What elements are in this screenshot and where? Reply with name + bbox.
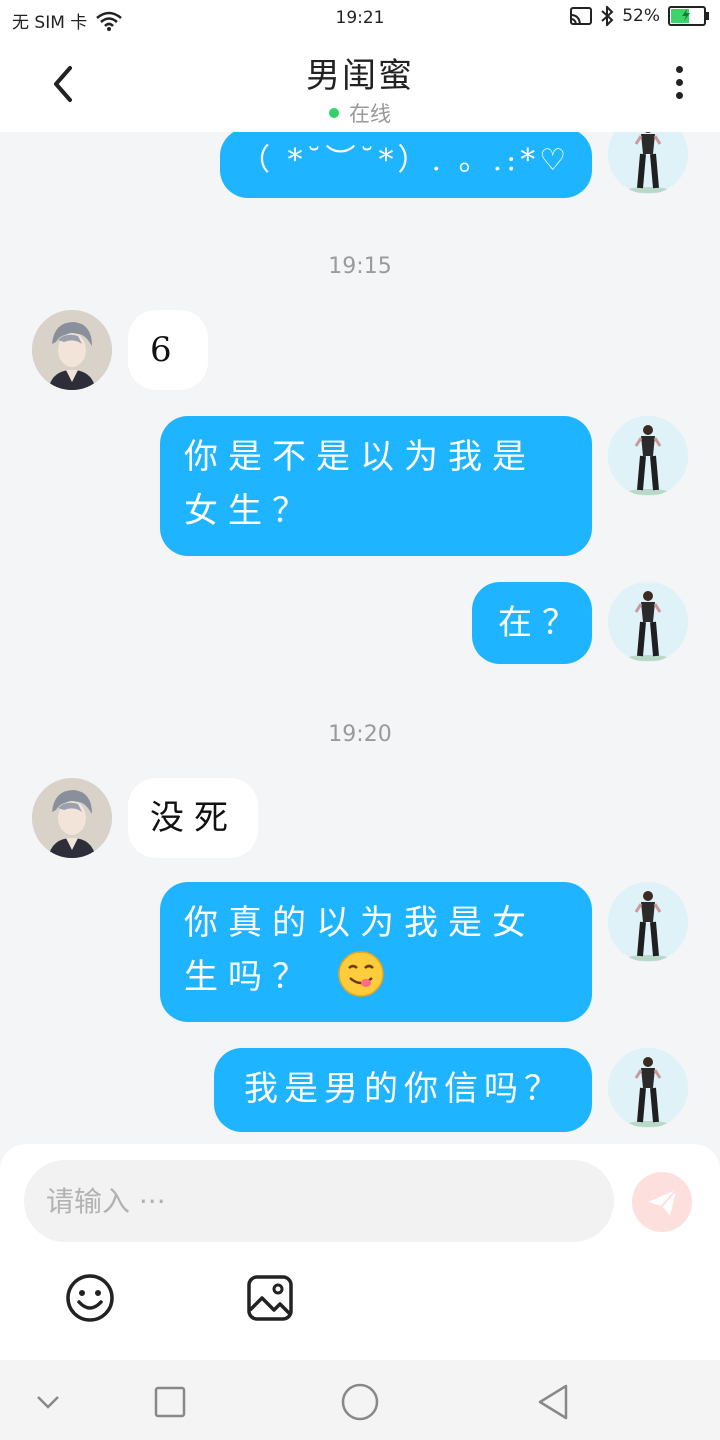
circle-icon <box>341 1383 379 1421</box>
avatar[interactable] <box>608 882 688 962</box>
avatar[interactable] <box>608 416 688 496</box>
message-text: 6 <box>150 330 182 370</box>
battery-icon <box>668 6 709 26</box>
message-text: 没死 <box>150 798 238 838</box>
chat-screen: 无 SIM 卡 19:21 52% 男闺蜜 在线 （ *˘︶˘*）. 。.:*♡… <box>0 0 720 1440</box>
image-button[interactable] <box>244 1272 296 1324</box>
message-text: （ *˘︶˘*）. 。.:*♡ <box>240 143 571 178</box>
message-bubble-incoming[interactable]: 没死 <box>128 778 258 858</box>
girl-avatar-icon <box>608 1048 688 1128</box>
online-status-label: 在线 <box>349 102 391 126</box>
yum-emoji-icon <box>338 951 384 997</box>
bluetooth-icon <box>601 6 614 26</box>
nav-back-button[interactable] <box>532 1380 576 1424</box>
timestamp-label: 19:20 <box>328 722 392 747</box>
avatar[interactable] <box>32 310 112 390</box>
triangle-back-icon <box>538 1384 568 1420</box>
girl-avatar-icon <box>608 416 688 496</box>
message-list[interactable]: （ *˘︶˘*）. 。.:*♡ 19:15 6 你是不是以为我是女生？ 在？ 1… <box>0 132 720 1144</box>
avatar[interactable] <box>608 132 688 194</box>
message-text: 在？ <box>498 603 586 643</box>
avatar[interactable] <box>608 1048 688 1128</box>
send-button[interactable] <box>632 1172 692 1232</box>
timestamp-label: 19:15 <box>328 254 392 279</box>
more-options-button[interactable] <box>674 66 684 106</box>
nav-recents-button[interactable] <box>148 1380 192 1424</box>
message-bubble-outgoing[interactable]: 在？ <box>472 582 592 664</box>
message-input[interactable] <box>24 1160 614 1242</box>
message-bubble-outgoing[interactable]: （ *˘︶˘*）. 。.:*♡ <box>220 132 592 198</box>
chevron-down-icon <box>37 1396 59 1409</box>
status-bar: 无 SIM 卡 19:21 52% <box>0 0 720 36</box>
paper-plane-icon <box>648 1189 677 1216</box>
chat-header: 男闺蜜 在线 <box>0 36 720 132</box>
nav-collapse-button[interactable] <box>26 1380 70 1424</box>
battery-percent: 52% <box>622 6 660 26</box>
smiley-icon <box>66 1274 114 1322</box>
emoji-button[interactable] <box>64 1272 116 1324</box>
message-bubble-incoming[interactable]: 6 <box>128 310 208 390</box>
message-text: 你是不是以为我是女生？ <box>184 437 536 531</box>
avatar[interactable] <box>32 778 112 858</box>
message-bubble-outgoing[interactable]: 你是不是以为我是女生？ <box>160 416 592 556</box>
message-text: 我是男的你信吗？ <box>244 1069 564 1109</box>
girl-avatar-icon <box>608 882 688 962</box>
square-icon <box>154 1386 186 1418</box>
online-dot-icon <box>329 108 339 118</box>
image-icon <box>247 1275 293 1321</box>
avatar[interactable] <box>608 582 688 662</box>
boy-avatar-icon <box>32 310 112 390</box>
message-bubble-outgoing[interactable]: 我是男的你信吗？ <box>214 1048 592 1132</box>
nav-home-button[interactable] <box>338 1380 382 1424</box>
composer-panel <box>0 1144 720 1360</box>
boy-avatar-icon <box>32 778 112 858</box>
girl-avatar-icon <box>608 132 688 194</box>
online-status: 在线 <box>0 98 720 128</box>
cast-icon <box>570 7 593 25</box>
message-bubble-outgoing[interactable]: 你真的以为我是女生吗？ <box>160 882 592 1022</box>
contact-name: 男闺蜜 <box>306 56 414 96</box>
system-nav-bar <box>0 1360 720 1440</box>
girl-avatar-icon <box>608 582 688 662</box>
